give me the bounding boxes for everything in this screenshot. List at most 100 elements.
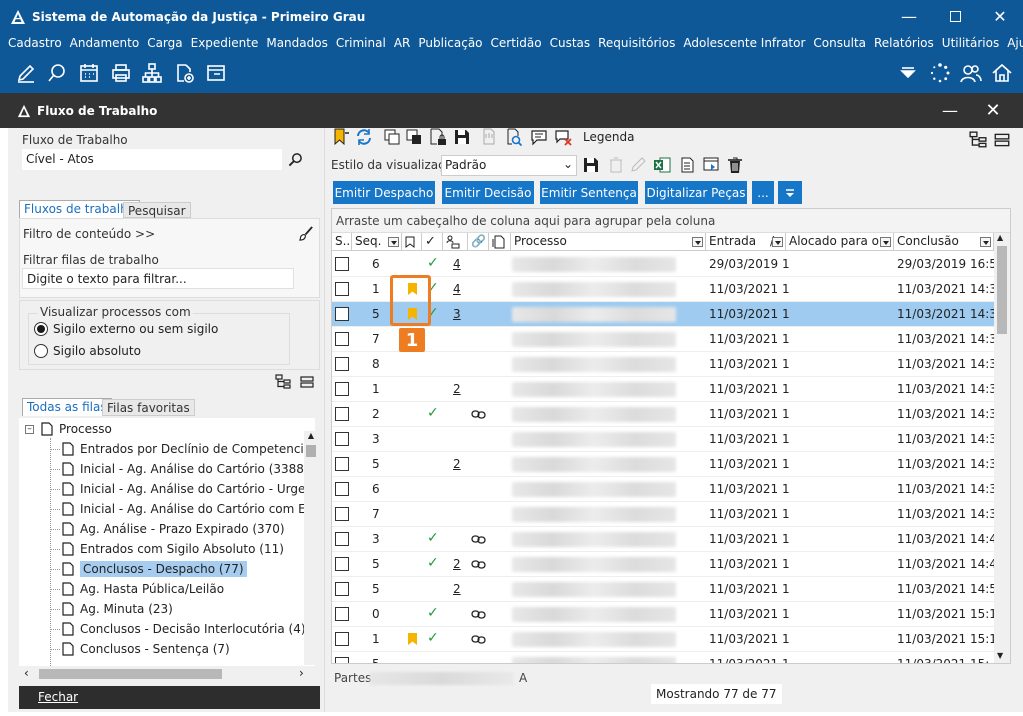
cell-parties-link[interactable]: 2: [453, 452, 461, 477]
toolbar-edit-button[interactable]: [15, 62, 37, 84]
trash-button[interactable]: [726, 156, 744, 174]
estilo-delete-disabled-button[interactable]: [607, 156, 625, 174]
row-checkbox[interactable]: [335, 532, 349, 546]
tree-item[interactable]: Ag. Minuta (23): [50, 599, 173, 619]
row-checkbox[interactable]: [335, 557, 349, 571]
export-excel-button[interactable]: [653, 156, 671, 174]
scroll-left-icon[interactable]: ‹: [24, 666, 29, 680]
table-row[interactable]: 8 11/03/2021 1 11/03/2021 14:3: [332, 352, 994, 377]
emitir-sentenca-button[interactable]: Emitir Sentença: [540, 181, 638, 204]
col-header-conclusao[interactable]: Conclusão: [894, 233, 994, 251]
filter-dropdown-icon[interactable]: [772, 237, 783, 247]
cell-parties-link[interactable]: 2: [453, 552, 461, 577]
row-checkbox[interactable]: [335, 632, 349, 646]
row-checkbox[interactable]: [335, 282, 349, 296]
maximize-button[interactable]: [932, 0, 978, 33]
window-close-button[interactable]: ✕: [970, 93, 1016, 128]
fluxo-select[interactable]: Cível - Atos: [22, 149, 282, 170]
window-export-button[interactable]: [702, 156, 720, 174]
table-row[interactable]: 3 11/03/2021 1 11/03/2021 14:3: [332, 427, 994, 452]
menu-custas[interactable]: Custas: [550, 36, 591, 50]
table-row[interactable]: 0 ✓ 11/03/2021 1 11/03/2021 15:1: [332, 602, 994, 627]
toolbar-window-button[interactable]: [205, 62, 227, 84]
tab-pesquisar[interactable]: Pesquisar: [123, 202, 191, 218]
toolbar-calendar-button[interactable]: [78, 62, 100, 84]
row-checkbox[interactable]: [335, 582, 349, 596]
doc-lock-button[interactable]: [429, 128, 447, 146]
col-header-check[interactable]: ✓: [422, 233, 443, 251]
menu-certidao[interactable]: Certidão: [491, 36, 542, 50]
close-button[interactable]: ✕: [977, 0, 1023, 33]
row-checkbox[interactable]: [335, 607, 349, 621]
tab-fluxos[interactable]: Fluxos de trabalho: [19, 200, 141, 218]
menu-carga[interactable]: Carga: [147, 36, 182, 50]
menu-mandados[interactable]: Mandados: [266, 36, 328, 50]
menu-publicacao[interactable]: Publicação: [418, 36, 482, 50]
collapse-icon[interactable]: [299, 374, 315, 390]
table-row[interactable]: 5 2 11/03/2021 1 11/03/2021 14:3: [332, 452, 994, 477]
tree-collapse-toggle[interactable]: –: [25, 425, 34, 434]
row-checkbox[interactable]: [335, 482, 349, 496]
tree-vscroll[interactable]: ▲: [304, 431, 318, 665]
tree-item[interactable]: Inicial - Ag. Análise do Cartório com Em…: [50, 499, 315, 519]
tab-todas-filas[interactable]: Todas as filas: [22, 398, 112, 416]
copy-button[interactable]: [383, 128, 401, 146]
tree-structure-icon[interactable]: [275, 374, 291, 390]
tree-item[interactable]: Ag. Análise - Prazo Expirado (370): [50, 519, 285, 539]
menu-cadastro[interactable]: Cadastro: [8, 36, 62, 50]
col-header-parties[interactable]: [443, 233, 468, 251]
cell-parties-link[interactable]: 2: [453, 577, 461, 602]
table-row[interactable]: 5 ✓ 2 11/03/2021 1 11/03/2021 14:4: [332, 552, 994, 577]
tab-filas-favoritas[interactable]: Filas favoritas: [102, 399, 195, 416]
doc-hand-button[interactable]: [481, 128, 499, 146]
save-button[interactable]: [453, 128, 471, 146]
tree-root-processo[interactable]: Processo: [41, 419, 112, 439]
scroll-right-icon[interactable]: ›: [299, 666, 304, 680]
menu-adolescente-infrator[interactable]: Adolescente Infrator: [683, 36, 805, 50]
table-row[interactable]: 6 11/03/2021 1 11/03/2021 14:3: [332, 477, 994, 502]
toolbar-print-button[interactable]: [110, 62, 132, 84]
row-checkbox[interactable]: [335, 307, 349, 321]
row-checkbox[interactable]: [335, 407, 349, 421]
table-row[interactable]: 1 2 11/03/2021 1 11/03/2021 14:3: [332, 377, 994, 402]
report-button[interactable]: [678, 156, 696, 174]
cell-parties-link[interactable]: 3: [453, 302, 461, 327]
table-row[interactable]: 6 ✓ 4 29/03/2019 1 29/03/2019 16:5: [332, 252, 994, 277]
estilo-save-button[interactable]: [582, 156, 600, 174]
scroll-down-icon[interactable]: ▼: [997, 651, 1003, 660]
menu-requisitorios[interactable]: Requisitórios: [598, 36, 675, 50]
table-row[interactable]: 1 ✓ 11/03/2021 1 11/03/2021 15:1: [332, 627, 994, 652]
table-row[interactable]: 7 11/03/2021 1 11/03/2021 14:3: [332, 327, 994, 352]
group-by-area[interactable]: Arraste um cabeçalho de coluna aqui para…: [332, 209, 1010, 233]
table-row[interactable]: 5 ✓ 3 11/03/2021 1 11/03/2021 14:3: [332, 302, 994, 327]
filter-dropdown-icon[interactable]: [388, 237, 399, 247]
refresh-button[interactable]: [355, 128, 373, 146]
toolbar-search-button[interactable]: [46, 62, 68, 84]
tree-item[interactable]: Conclusos - Sentença (7): [50, 639, 230, 659]
tree-vscroll-thumb[interactable]: [306, 445, 316, 457]
filter-dropdown-icon[interactable]: [880, 237, 891, 247]
row-checkbox[interactable]: [335, 257, 349, 271]
row-checkbox[interactable]: [335, 657, 349, 663]
radio-sigilo-externo[interactable]: Sigilo externo ou sem sigilo: [34, 322, 218, 336]
menu-consulta[interactable]: Consulta: [813, 36, 866, 50]
row-checkbox[interactable]: [335, 457, 349, 471]
col-header-flag[interactable]: [402, 233, 422, 251]
toolbar-dropdown-button[interactable]: [897, 62, 916, 84]
toolbar-new-doc-button[interactable]: [173, 62, 195, 84]
digitalizar-pecas-button[interactable]: Digitalizar Peças: [645, 181, 747, 204]
cell-parties-link[interactable]: 2: [453, 377, 461, 402]
row-checkbox[interactable]: [335, 507, 349, 521]
tree-item[interactable]: Entrados por Declínio de Competencia - T: [50, 439, 315, 459]
grid-tree-button[interactable]: [969, 131, 987, 149]
table-row[interactable]: 3 ✓ 11/03/2021 1 11/03/2021 14:4: [332, 527, 994, 552]
table-row[interactable]: 5 2 11/03/2021 1 11/03/2021 14:5: [332, 577, 994, 602]
table-row[interactable]: 1 ✓ 4 11/03/2021 1 11/03/2021 14:3: [332, 277, 994, 302]
row-checkbox[interactable]: [335, 382, 349, 396]
toolbar-home-button[interactable]: [991, 62, 1013, 84]
tree-item[interactable]: Entrados com Sigilo Absoluto (11): [50, 539, 284, 559]
filtrar-input[interactable]: Digite o texto para filtrar...: [22, 268, 294, 289]
grid-collapse-button[interactable]: [993, 131, 1011, 149]
filter-dropdown-icon[interactable]: [692, 237, 703, 247]
tree-item[interactable]: Ag. Hasta Pública/Leilão: [50, 579, 224, 599]
